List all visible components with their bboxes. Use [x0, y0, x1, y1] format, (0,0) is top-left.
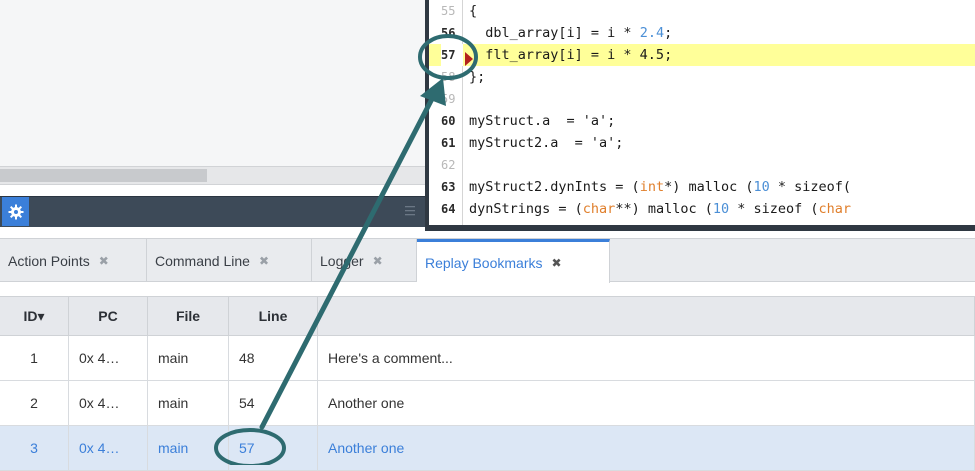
tab-action-points[interactable]: Action Points ✖ [0, 239, 147, 282]
horizontal-scrollbar[interactable] [0, 166, 425, 185]
cell-file: main [147, 380, 229, 426]
close-icon[interactable]: ✖ [552, 256, 562, 270]
code-line[interactable]: 63 myStruct2.dynInts = (int*) malloc (10 … [429, 176, 975, 198]
sort-desc-icon: ▾ [37, 307, 45, 324]
cell-line: 54 [228, 380, 318, 426]
line-number[interactable]: 57 [441, 44, 463, 66]
cell-pc: 0x 4… [68, 425, 148, 471]
code-line[interactable]: 64 dynStrings = (char**) malloc (10 * siz… [429, 198, 975, 220]
line-number[interactable]: 63 [441, 176, 463, 198]
tab-label: Command Line [155, 252, 250, 269]
code-pane-border [429, 225, 975, 231]
close-icon[interactable]: ✖ [99, 254, 109, 268]
code-text: dynStrings = (char**) malloc (10 * sizeo… [469, 201, 852, 217]
line-number[interactable]: 56 [441, 22, 463, 44]
table-row-selected[interactable]: 3 0x 4… main 57 Another one [0, 425, 975, 471]
tab-replay-bookmarks[interactable]: Replay Bookmarks ✖ [417, 239, 610, 283]
code-line[interactable]: 58}; [429, 66, 975, 88]
column-header-line[interactable]: Line [228, 296, 318, 336]
column-header-file[interactable]: File [147, 296, 229, 336]
table-row[interactable]: 2 0x 4… main 54 Another one [0, 380, 975, 426]
table-row[interactable]: 1 0x 4… main 48 Here's a comment... [0, 335, 975, 381]
tab-label: Replay Bookmarks [425, 254, 543, 271]
left-pane [0, 0, 425, 231]
tab-logger[interactable]: Logger ✖ [312, 239, 417, 282]
scrollbar-thumb[interactable] [0, 169, 207, 182]
column-label: Line [258, 308, 288, 324]
cell-comment[interactable]: Another one [317, 380, 975, 426]
close-icon[interactable]: ✖ [373, 254, 383, 268]
code-line[interactable]: 56 dbl_array[i] = i * 2.4; [429, 22, 975, 44]
tab-label: Logger [320, 252, 364, 269]
cell-line: 48 [228, 335, 318, 381]
code-line[interactable]: 62 [429, 154, 975, 176]
tab-command-line[interactable]: Command Line ✖ [147, 239, 312, 282]
tab-label: Action Points [8, 252, 90, 269]
cell-file: main [147, 335, 229, 381]
column-header-id[interactable]: ID▾ [0, 296, 69, 336]
left-pane-content [0, 0, 425, 166]
line-number[interactable]: 58 [441, 66, 463, 88]
cell-id: 3 [0, 425, 69, 471]
column-header-comment[interactable] [317, 296, 975, 336]
source-code-pane[interactable]: 55{56 dbl_array[i] = i * 2.4; 57 flt_arra… [429, 0, 975, 231]
cell-comment[interactable]: Here's a comment... [317, 335, 975, 381]
bottom-tab-bar: Action Points ✖ Command Line ✖ Logger ✖ … [0, 238, 975, 283]
cell-file: main [147, 425, 229, 471]
settings-button[interactable] [2, 197, 29, 226]
code-line[interactable]: 59 [429, 88, 975, 110]
line-number[interactable]: 60 [441, 110, 463, 132]
code-line[interactable]: 55 { [429, 0, 975, 22]
code-text: myStruct.a = 'a'; [469, 113, 616, 129]
gear-icon [8, 204, 23, 219]
close-icon[interactable]: ✖ [259, 254, 269, 268]
column-label: PC [98, 308, 118, 324]
replay-bookmarks-table: ID▾ PC File Line 1 0x 4… main 48 Here's … [0, 296, 975, 471]
line-number[interactable]: 64 [441, 198, 463, 220]
code-text: dbl_array[i] = i * 2.4; [469, 25, 673, 41]
line-number[interactable]: 61 [441, 132, 463, 154]
left-pane-toolbar [0, 196, 425, 227]
column-label: ID [23, 307, 38, 324]
code-text: { [469, 3, 478, 19]
code-line[interactable]: 60 myStruct.a = 'a'; [429, 110, 975, 132]
cell-line: 57 [228, 425, 318, 471]
cell-pc: 0x 4… [68, 335, 148, 381]
code-text: myStruct2.a = 'a'; [469, 135, 624, 151]
code-text: myStruct2.dynInts = (int*) malloc (10 * … [469, 179, 852, 195]
line-number[interactable]: 59 [441, 88, 463, 110]
cell-comment[interactable]: Another one [317, 425, 975, 471]
cell-pc: 0x 4… [68, 380, 148, 426]
code-line-current[interactable]: 57 flt_array[i] = i * 4.5; [429, 44, 975, 66]
cell-id: 1 [0, 335, 69, 381]
line-number[interactable]: 62 [441, 154, 463, 176]
grip-icon[interactable] [405, 203, 415, 219]
cell-id: 2 [0, 380, 69, 426]
breakpoint-marker-icon[interactable] [465, 52, 473, 66]
column-header-pc[interactable]: PC [68, 296, 148, 336]
code-text: }; [469, 69, 486, 85]
code-text: flt_array[i] = i * 4.5; [469, 47, 673, 63]
line-number[interactable]: 55 [441, 0, 463, 22]
code-line[interactable]: 61 myStruct2.a = 'a'; [429, 132, 975, 154]
table-header-row: ID▾ PC File Line [0, 296, 975, 336]
column-label: File [175, 308, 201, 324]
